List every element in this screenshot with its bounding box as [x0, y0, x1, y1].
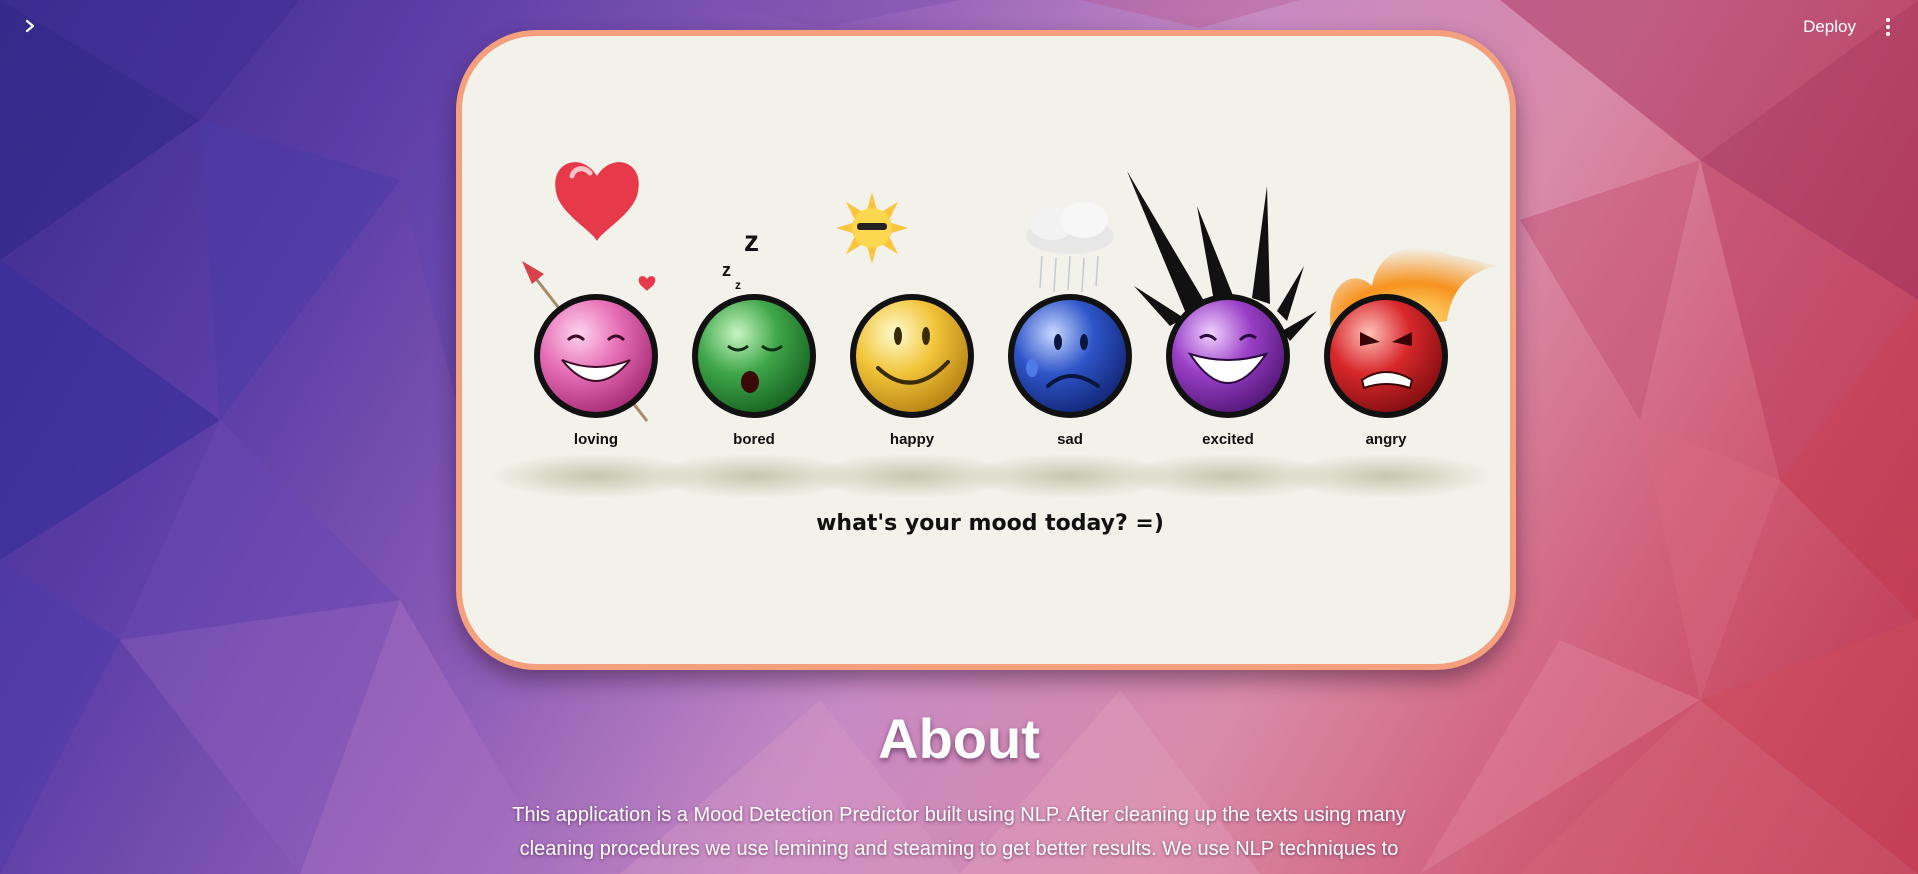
svg-text:z: z	[722, 260, 731, 280]
app-header: Deploy	[0, 0, 1918, 54]
svg-text:z: z	[735, 278, 741, 292]
deploy-button[interactable]: Deploy	[1803, 14, 1856, 40]
kebab-menu-icon[interactable]	[1878, 15, 1898, 39]
mood-tagline: what's your mood today? =)	[816, 511, 1164, 536]
mood-label: sad	[1057, 431, 1083, 448]
svg-text:z: z	[744, 225, 759, 258]
loving-face-icon: loving	[522, 162, 658, 448]
mood-label: angry	[1366, 431, 1408, 448]
about-description: This application is a Mood Detection Pre…	[512, 804, 1406, 860]
chevron-right-icon[interactable]	[18, 14, 42, 38]
mood-label: bored	[733, 431, 775, 448]
mood-label: loving	[574, 431, 618, 448]
ground-shadows	[491, 454, 1491, 498]
about-heading: About	[878, 707, 1040, 770]
angry-face-icon: angry	[1324, 247, 1497, 448]
happy-face-icon: happy	[836, 192, 974, 448]
bored-face-icon: z z z bored	[692, 225, 816, 448]
sad-face-icon: sad	[1008, 202, 1132, 448]
excited-face-icon: excited	[1127, 171, 1317, 448]
mood-label: happy	[890, 431, 935, 448]
mood-banner-image: loving z z z bored happy sad excited ang…	[456, 30, 1516, 670]
mood-illustration: loving z z z bored happy sad excited ang…	[491, 162, 1497, 536]
mood-label: excited	[1202, 431, 1254, 448]
